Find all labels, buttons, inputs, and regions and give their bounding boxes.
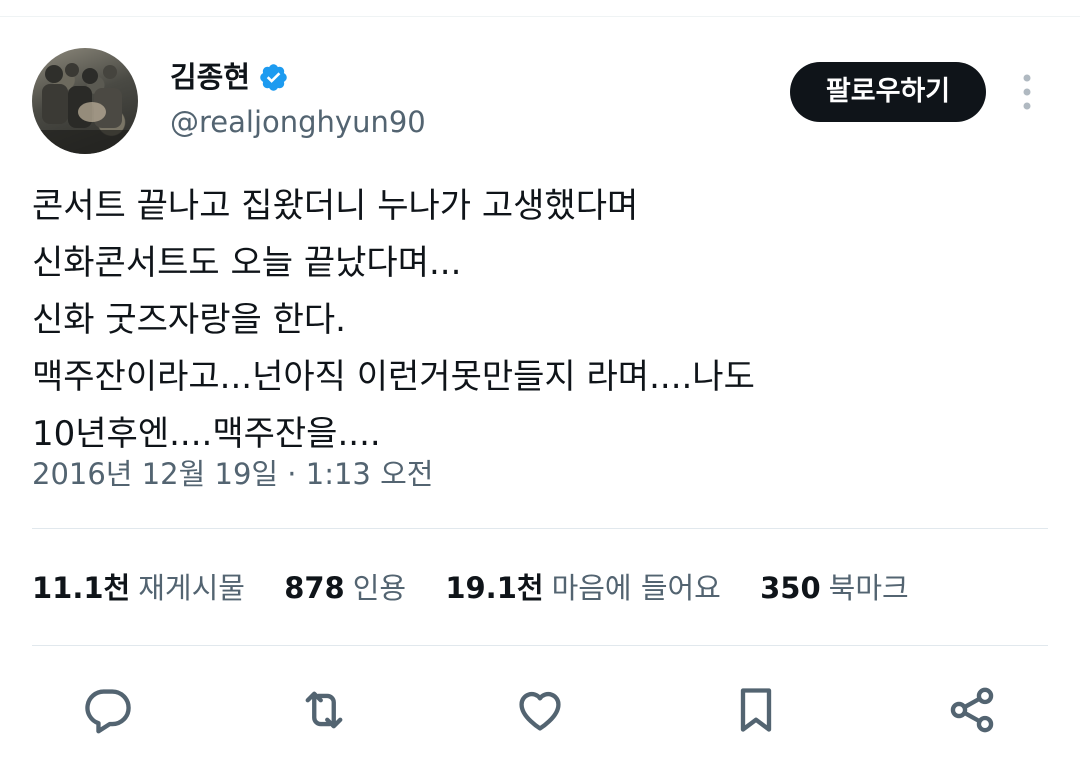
follow-button[interactable]: 팔로우하기 (790, 62, 986, 122)
retweets-count: 11.1천 (32, 571, 131, 605)
tweet-timestamp[interactable]: 2016년 12월 19일 · 1:13 오전 (32, 454, 433, 494)
likes-label: 마음에 들어요 (551, 571, 721, 605)
divider (32, 528, 1048, 529)
tweet-line: 콘서트 끝나고 집왔더니 누나가 고생했다며 (32, 186, 639, 226)
likes-stat[interactable]: 19.1천 마음에 들어요 (445, 568, 721, 608)
retweet-button[interactable] (298, 684, 350, 736)
share-icon (950, 687, 994, 733)
quotes-label: 인용 (352, 571, 407, 605)
verified-badge-icon (260, 64, 287, 91)
bookmark-button[interactable] (730, 684, 782, 736)
share-button[interactable] (946, 684, 998, 736)
display-name[interactable]: 김종현 (170, 58, 250, 96)
user-handle[interactable]: @realjonghyun90 (170, 103, 426, 141)
more-options-icon[interactable] (1012, 70, 1042, 114)
like-icon (519, 691, 561, 731)
bookmark-icon (740, 688, 772, 732)
retweets-stat[interactable]: 11.1천 재게시물 (32, 568, 245, 608)
likes-count: 19.1천 (445, 571, 544, 605)
bookmarks-label: 북마크 (828, 571, 909, 605)
like-button[interactable] (514, 684, 566, 736)
divider (32, 645, 1048, 646)
retweets-label: 재게시물 (138, 571, 245, 605)
avatar-photo (32, 63, 138, 154)
tweet-line: 신화콘서트도 오늘 끝났다며... (32, 243, 462, 283)
top-divider (0, 16, 1080, 17)
quotes-count: 878 (284, 571, 345, 605)
avatar[interactable] (32, 48, 138, 154)
tweet-line: 신화 굿즈자랑을 한다. (32, 300, 346, 340)
tweet-text: 콘서트 끝나고 집왔더니 누나가 고생했다며 신화콘서트도 오늘 끝났다며...… (32, 178, 1042, 463)
reply-button[interactable] (82, 684, 134, 736)
retweet-icon (305, 691, 343, 729)
bookmarks-count: 350 (760, 571, 821, 605)
engagement-stats: 11.1천 재게시물 878 인용 19.1천 마음에 들어요 350 북마크 (32, 568, 939, 608)
quotes-stat[interactable]: 878 인용 (284, 568, 406, 608)
reply-icon (85, 689, 131, 734)
tweet-line: 맥주잔이라고...넌아직 이런거못만들지 라며....나도 (32, 357, 755, 397)
bookmarks-stat[interactable]: 350 북마크 (760, 568, 909, 608)
